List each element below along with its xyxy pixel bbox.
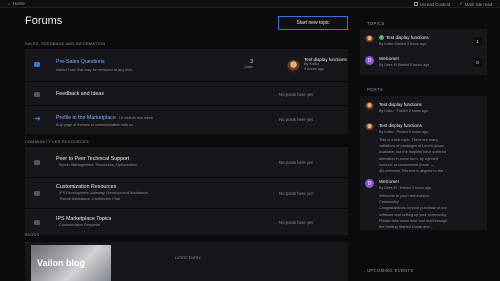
section-heading-community: COMMUNITY LED RESOURCES: [25, 140, 89, 144]
no-posts-text: No posts here yet: [279, 92, 313, 97]
forum-panel-sales: Pre-Sales Questions Asked 'how' that may…: [25, 49, 348, 134]
unread-icon: [413, 2, 418, 6]
reply-count-badge: 1: [473, 37, 482, 46]
subforum-links[interactable]: Server Management, Resources, Optimizati…: [59, 163, 137, 167]
no-posts-text: No posts here yet: [279, 191, 313, 196]
top-links: Unread Content ✓ Mark site read: [413, 1, 492, 7]
breadcrumb[interactable]: ⌂ Home: [8, 1, 25, 6]
post-count: 3 posts: [244, 59, 253, 69]
blog-cover-image[interactable]: Vailon blog: [31, 245, 111, 281]
avatar[interactable]: D: [365, 179, 374, 188]
post-item[interactable]: D Welcome! By Dees M · Posted 5 hours ag…: [360, 176, 487, 230]
section-heading-sales: SALES, FEEDBACK AND INFORMATION: [25, 42, 106, 46]
redirect-arrow-icon: ➔: [34, 114, 41, 123]
topic-item[interactable]: D Welcome! By Dees M Started 5 hours ago…: [360, 53, 487, 73]
topic-meta: By Kolbo Started 5 hours ago: [379, 42, 426, 46]
home-icon: ⌂: [8, 1, 11, 6]
no-posts-text: No posts here yet: [279, 220, 313, 225]
page-title: Forums: [25, 15, 63, 27]
forum-title[interactable]: Customization Resources: [56, 184, 116, 190]
topic-meta: By Dees M Started 5 hours ago: [379, 63, 430, 67]
last-post-author[interactable]: By Kolbo: [304, 62, 319, 66]
breadcrumb-home[interactable]: Home: [13, 1, 25, 6]
subforum-links[interactable]: IPS Development Gateway, Development Ass…: [59, 191, 149, 195]
forum-row-feedback[interactable]: Feedback and Ideas No posts here yet: [25, 81, 348, 105]
forum-title[interactable]: IPS Marketplace Topics: [56, 216, 111, 222]
unread-content-link[interactable]: Unread Content: [413, 1, 450, 7]
sidebar-heading-posts: POSTS: [367, 87, 384, 92]
forum-title[interactable]: Profile in the Marketplace 10 visitors th…: [56, 115, 153, 121]
post-excerpt: This is a test topic. There are many var…: [379, 138, 448, 174]
check-icon: ✓: [459, 1, 463, 6]
topic-title[interactable]: Welcome!: [379, 56, 399, 61]
chat-bubble-icon: [34, 160, 40, 165]
post-excerpt: Welcome to your new Invision Community! …: [379, 194, 448, 230]
latest-entry-label: LATEST ENTRY: [175, 256, 201, 260]
forum-row-pre-sales[interactable]: Pre-Sales Questions Asked 'how' that may…: [25, 49, 348, 81]
forum-row-marketplace-topics[interactable]: IPS Marketplace Topics Customization Req…: [25, 208, 348, 235]
post-item[interactable]: Test display functions By Kolbo · Posted…: [360, 120, 487, 175]
blog-latest: LATEST ENTRY: [175, 246, 201, 264]
avatar[interactable]: [287, 60, 300, 73]
post-title[interactable]: Welcome!: [379, 179, 399, 184]
sidebar-posts-panel: Test display functions By Kolbo · Posted…: [360, 96, 487, 230]
chat-bubble-icon: [34, 220, 40, 225]
forum-title[interactable]: Pre-Sales Questions: [56, 59, 105, 65]
chat-bubble-icon: [34, 62, 40, 67]
avatar[interactable]: [365, 123, 374, 132]
no-posts-text: No posts here yet: [279, 117, 313, 122]
section-heading-blogs: BLOGS: [25, 233, 40, 237]
forum-title[interactable]: Feedback and Ideas: [56, 91, 104, 97]
blog-card[interactable]: Vailon blog LATEST ENTRY: [25, 242, 348, 281]
subforum-links-2[interactable]: Theme Assistance, Contributor Chat: [59, 197, 120, 201]
post-meta: By Kolbo · Posted 5 hours ago: [379, 109, 428, 113]
subforum-links[interactable]: Customization Requests: [59, 223, 100, 227]
forum-description: Buy page of themes in communication with…: [56, 123, 134, 127]
reply-count-badge: 0: [473, 58, 482, 67]
post-meta: By Kolbo · Posted 5 hours ago: [379, 130, 428, 134]
last-post-time: 5 hours ago: [304, 67, 325, 71]
forum-panel-community: Peer to Peer Technical Support Server Ma…: [25, 147, 348, 235]
post-meta: By Dees M · Posted 5 hours ago: [379, 186, 431, 190]
forum-title[interactable]: Peer to Peer Technical Support: [56, 156, 129, 162]
forum-description: Asked 'how' that may be removed at any t…: [56, 68, 134, 72]
top-bar: ⌂ Home Unread Content ✓ Mark site read: [0, 0, 500, 8]
forum-row-profile-marketplace[interactable]: ➔ Profile in the Marketplace 10 visitors …: [25, 105, 348, 134]
chat-bubble-icon: [34, 92, 40, 97]
chat-bubble-icon: [34, 191, 40, 196]
forum-row-peer-support[interactable]: Peer to Peer Technical Support Server Ma…: [25, 147, 348, 177]
forum-row-customization[interactable]: Customization Resources IPS Development …: [25, 177, 348, 208]
mark-site-read-link[interactable]: ✓ Mark site read: [459, 1, 492, 7]
post-title[interactable]: Test display functions: [379, 102, 422, 107]
topic-item[interactable]: i Test display functions By Kolbo Started…: [360, 32, 487, 52]
blog-cover-text: Vailon blog: [37, 258, 86, 268]
start-new-topic-button[interactable]: Start new topic: [278, 16, 348, 30]
sidebar-heading-topics: TOPICS: [367, 21, 385, 26]
sidebar-heading-events: UPCOMING EVENTS: [367, 268, 414, 273]
post-title[interactable]: Test display functions: [379, 123, 422, 128]
sidebar-topics-panel: i Test display functions By Kolbo Started…: [360, 29, 487, 75]
avatar[interactable]: [365, 102, 374, 111]
post-item[interactable]: Test display functions By Kolbo · Posted…: [360, 99, 487, 117]
no-posts-text: No posts here yet: [279, 160, 313, 165]
avatar[interactable]: D: [365, 56, 374, 65]
info-icon: i: [379, 35, 384, 40]
avatar[interactable]: [365, 35, 374, 44]
topic-title[interactable]: i Test display functions: [379, 35, 429, 40]
